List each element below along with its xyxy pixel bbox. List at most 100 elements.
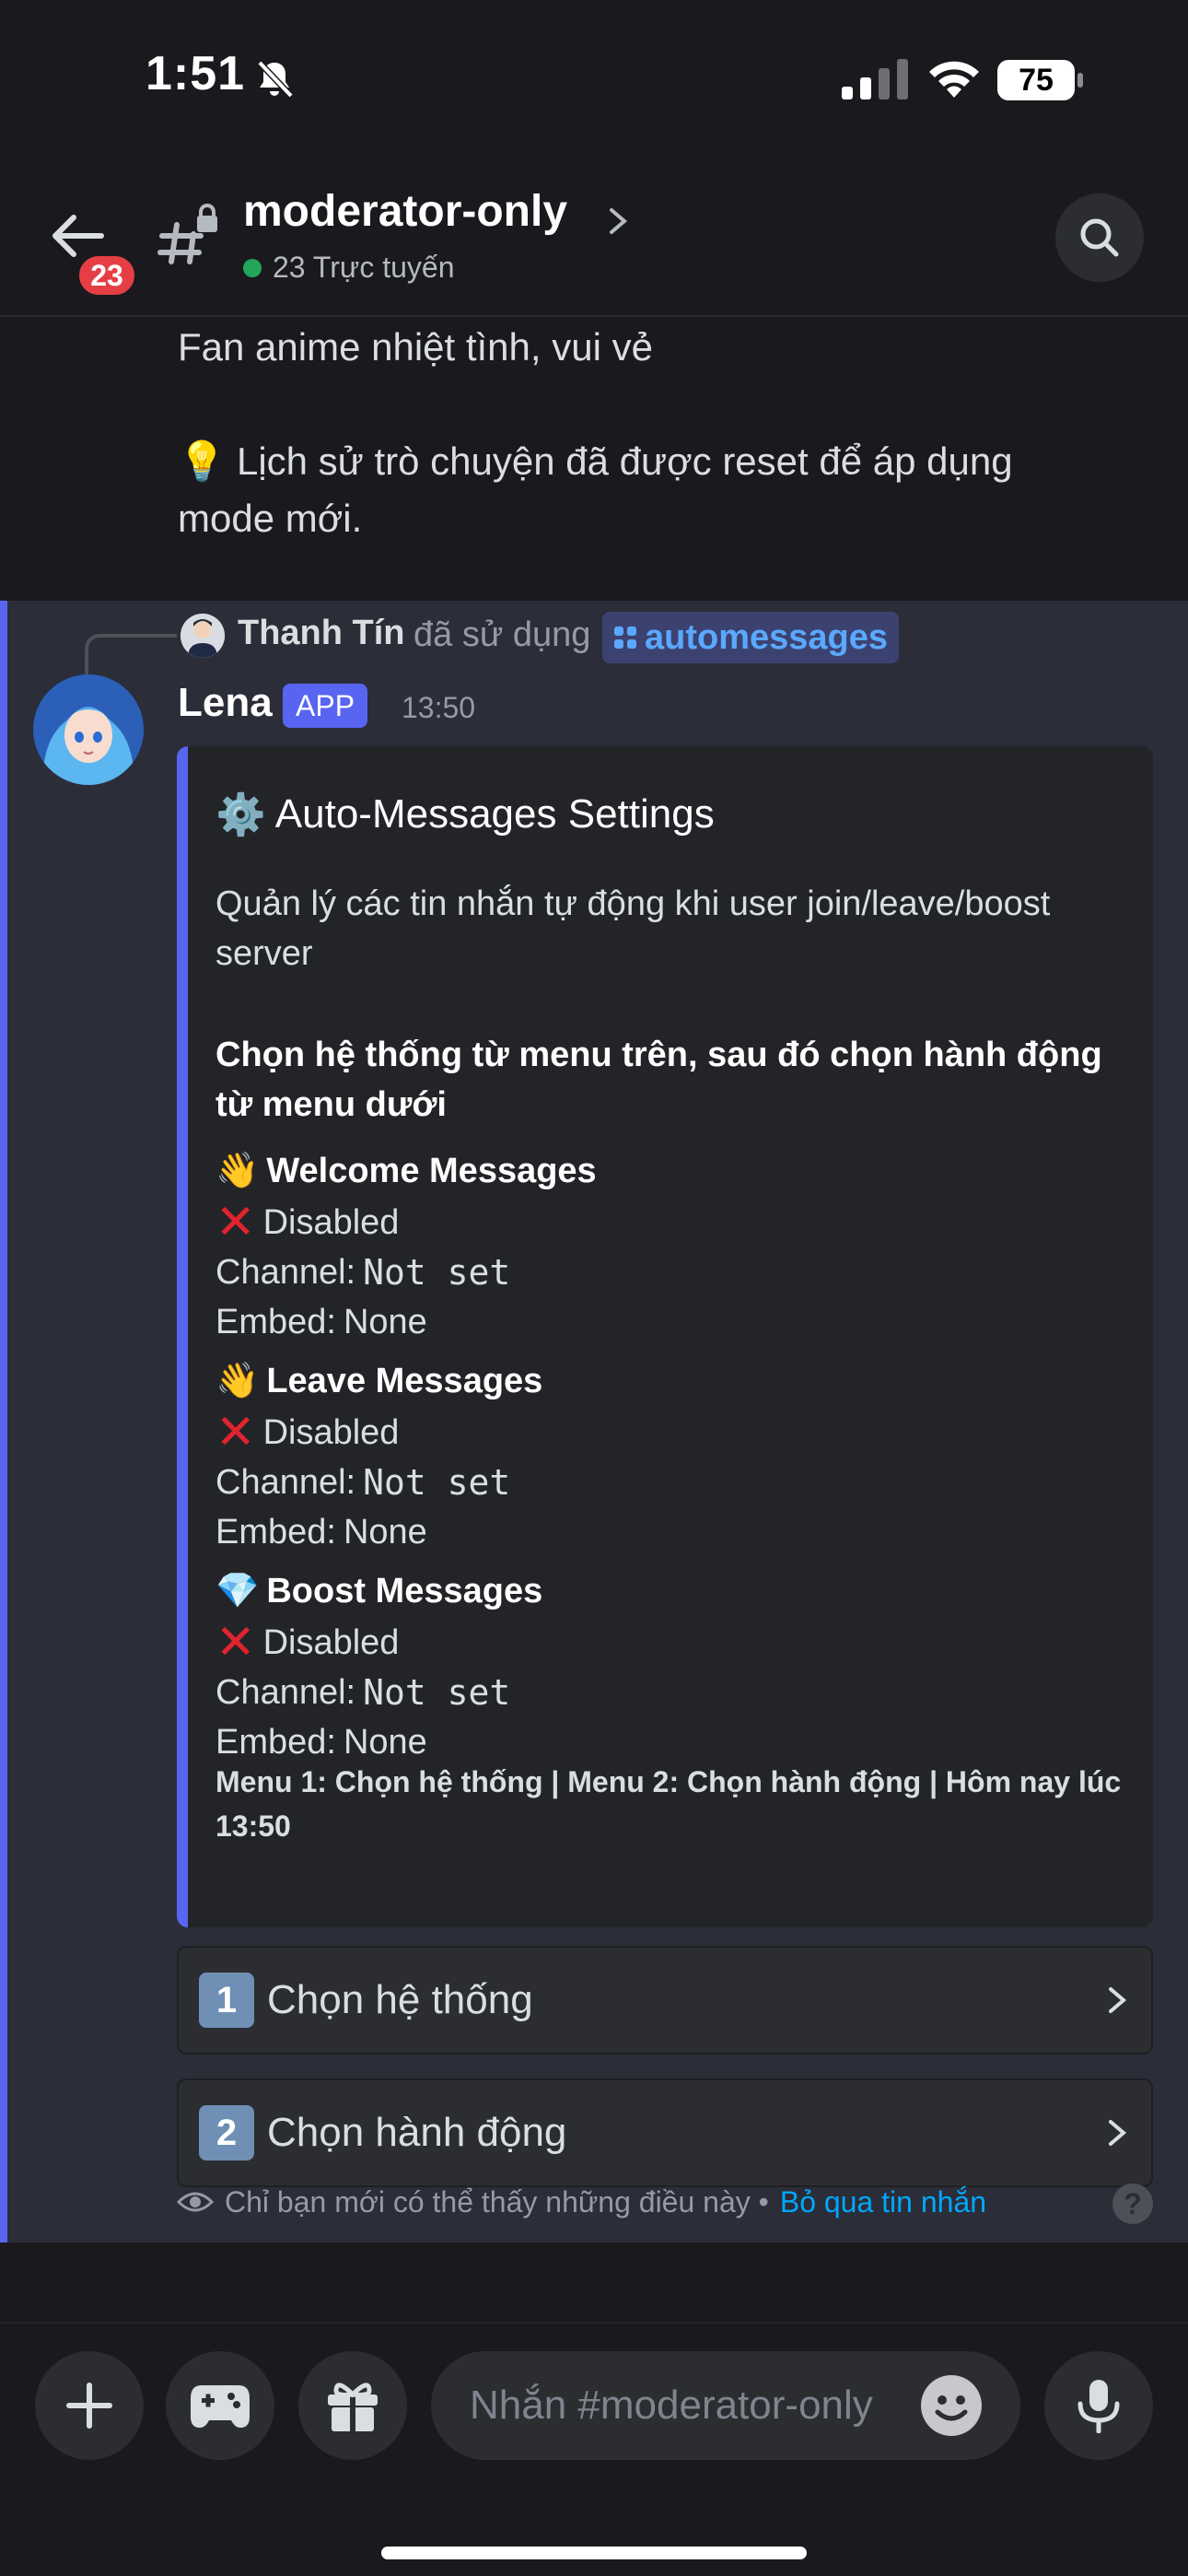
user-avatar[interactable] (181, 614, 225, 658)
app-command-icon (614, 626, 636, 649)
online-status: 23 Trực tuyến (243, 251, 455, 285)
embed-title: ⚙️ Auto-Messages Settings (215, 790, 715, 838)
reply-connector (85, 634, 177, 676)
status-text: Disabled (262, 1413, 400, 1452)
status-time: 1:51 (146, 47, 246, 100)
eye-icon (177, 2192, 214, 2212)
input-placeholder: Nhắn #moderator-only (470, 2383, 873, 2428)
embed-instruction: Chọn hệ thống từ menu trên, sau đó chọn … (215, 1036, 1102, 1124)
embed-label: Embed: (215, 1303, 336, 1341)
field-channel: Channel: Not set (215, 1247, 1127, 1297)
help-icon[interactable]: ? (1112, 2184, 1153, 2224)
chevron-right-icon[interactable] (606, 205, 630, 238)
command-name: automessages (645, 617, 889, 657)
embed-value: None (343, 1513, 427, 1551)
bot-avatar[interactable] (33, 674, 144, 785)
field-embed: Embed: None (215, 1297, 1127, 1347)
cross-icon: ✕ (215, 1616, 256, 1669)
keycap-one-icon: 1 (199, 1973, 254, 2028)
gift-button[interactable] (298, 2351, 407, 2460)
online-count: 23 Trực tuyến (273, 251, 455, 284)
system-select-menu[interactable]: 1 Chọn hệ thống (177, 1946, 1153, 2055)
message-text: Fan anime nhiệt tình, vui vẻ (178, 325, 653, 369)
ephemeral-text: Chỉ bạn mới có thể thấy những điều này • (225, 2184, 769, 2219)
field-status: ✕ Disabled (215, 1198, 1127, 1247)
select-label: Chọn hành động (267, 2110, 567, 2155)
voice-message-button[interactable] (1044, 2351, 1153, 2460)
plus-icon (66, 2383, 112, 2429)
field-title: 👋 Welcome Messages (215, 1144, 1127, 1198)
previous-message: Fan anime nhiệt tình, vui vẻ 💡 Lịch sử t… (0, 319, 1188, 599)
activities-button[interactable] (166, 2351, 274, 2460)
gift-icon (328, 2383, 378, 2431)
microphone-icon (1077, 2380, 1120, 2433)
battery-icon: 75 (996, 59, 1085, 101)
online-dot (243, 258, 262, 277)
field-status: ✕ Disabled (215, 1618, 1127, 1668)
embed-title-text: Auto-Messages Settings (274, 791, 715, 837)
wave-icon: 👋 (215, 1362, 260, 1400)
chevron-right-icon (1109, 1987, 1127, 2013)
add-attachment-button[interactable] (35, 2351, 144, 2460)
action-select-menu[interactable]: 2 Chọn hành động (177, 2078, 1153, 2187)
cross-icon: ✕ (215, 1406, 256, 1459)
field-name: Leave Messages (266, 1362, 543, 1400)
embed-description: Quản lý các tin nhắn tự động khi user jo… (215, 884, 1051, 973)
gamepad-icon (191, 2385, 250, 2428)
battery-level: 75 (1019, 63, 1054, 98)
ephemeral-notice: Chỉ bạn mới có thể thấy những điều này •… (177, 2184, 986, 2220)
unread-badge: 23 (74, 251, 140, 300)
message-timestamp: 13:50 (402, 691, 476, 724)
embed-value: None (343, 1303, 427, 1341)
keycap-two-icon: 2 (199, 2105, 254, 2160)
bot-name[interactable]: Lena (178, 680, 273, 726)
signal-icon (842, 59, 908, 100)
search-icon (1080, 218, 1119, 257)
chevron-right-icon (1109, 2120, 1127, 2146)
status-bar: 1:51 75 (0, 0, 1188, 166)
channel-value: Not set (363, 1252, 511, 1293)
channel-name[interactable]: moderator-only (243, 186, 567, 237)
embed-footer: Menu 1: Chọn hệ thống | Menu 2: Chọn hàn… (215, 1765, 1122, 1843)
home-indicator[interactable] (381, 2547, 807, 2559)
highlight-bar (0, 601, 7, 2242)
emoji-icon[interactable] (921, 2375, 982, 2436)
boost-field: 💎 Boost Messages ✕ Disabled Channel: Not… (215, 1564, 1127, 1767)
status-text: Disabled (262, 1623, 400, 1662)
field-name: Boost Messages (266, 1572, 543, 1610)
channel-value: Not set (363, 1462, 511, 1503)
select-label: Chọn hệ thống (267, 1977, 533, 2022)
channel-value: Not set (363, 1672, 511, 1713)
channel-label: Channel: (215, 1673, 356, 1712)
embed-label: Embed: (215, 1513, 336, 1551)
gem-icon: 💎 (215, 1572, 260, 1610)
message-input[interactable]: Nhắn #moderator-only (431, 2351, 1020, 2460)
gear-icon: ⚙️ (215, 792, 266, 837)
used-text: đã sử dụng (413, 615, 591, 654)
field-embed: Embed: None (215, 1507, 1127, 1557)
welcome-field: 👋 Welcome Messages ✕ Disabled Channel: N… (215, 1144, 1127, 1347)
wave-icon: 👋 (215, 1152, 260, 1190)
search-button[interactable] (1055, 193, 1144, 282)
ephemeral-message: Thanh Tín đã sử dụng automessages Lena A… (0, 601, 1188, 2242)
composer-bar: Nhắn #moderator-only (0, 2322, 1188, 2576)
field-channel: Channel: Not set (215, 1458, 1127, 1507)
status-text: Disabled (262, 1203, 400, 1242)
field-title: 💎 Boost Messages (215, 1564, 1127, 1618)
dismiss-message-link[interactable]: Bỏ qua tin nhắn (780, 2185, 986, 2219)
channel-label: Channel: (215, 1463, 356, 1502)
field-channel: Channel: Not set (215, 1668, 1127, 1717)
settings-embed: ⚙️ Auto-Messages Settings Quản lý các ti… (177, 746, 1153, 1927)
cross-icon: ✕ (215, 1196, 256, 1249)
locked-channel-icon (157, 204, 217, 264)
message-text: 💡 Lịch sử trò chuyện đã được reset để áp… (178, 439, 1013, 540)
app-badge: APP (283, 684, 368, 728)
field-name: Welcome Messages (266, 1152, 597, 1190)
channel-header: 23 moderator-only 23 Trực tuyến (0, 166, 1188, 317)
command-pill[interactable]: automessages (602, 612, 900, 663)
field-status: ✕ Disabled (215, 1408, 1127, 1458)
command-user[interactable]: Thanh Tín (238, 614, 405, 653)
field-title: 👋 Leave Messages (215, 1354, 1127, 1408)
channel-label: Channel: (215, 1253, 356, 1292)
bell-off-icon (257, 60, 294, 99)
